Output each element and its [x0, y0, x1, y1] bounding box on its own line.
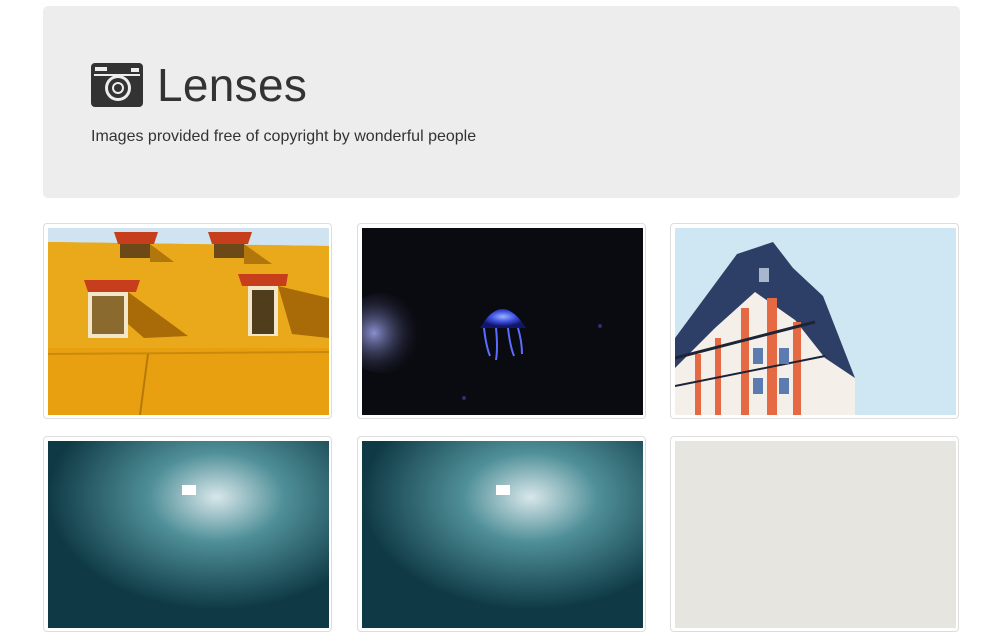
gallery-thumbnail-building[interactable] — [670, 223, 959, 419]
gallery-thumbnail-blurred-teal-1[interactable] — [43, 436, 332, 632]
jumbotron: Lenses Images provided free of copyright… — [43, 6, 960, 198]
building-image — [675, 228, 956, 415]
blurred-teal-image-1 — [48, 441, 329, 628]
pale-grey-image — [675, 441, 956, 628]
blurred-teal-image-2 — [362, 441, 643, 628]
gallery-thumbnail-jellyfish[interactable] — [357, 223, 646, 419]
jellyfish-image — [362, 228, 643, 415]
page-subtitle: Images provided free of copyright by won… — [91, 128, 477, 145]
yellow-wall-image — [48, 228, 329, 415]
gallery-thumbnail-blurred-teal-2[interactable] — [357, 436, 646, 632]
gallery-thumbnail-pale-grey[interactable] — [670, 436, 959, 632]
gallery-thumbnail-yellow-wall[interactable] — [43, 223, 332, 419]
camera-icon — [91, 63, 143, 107]
page-title: Lenses — [157, 59, 308, 111]
title-row: Lenses — [91, 62, 307, 108]
